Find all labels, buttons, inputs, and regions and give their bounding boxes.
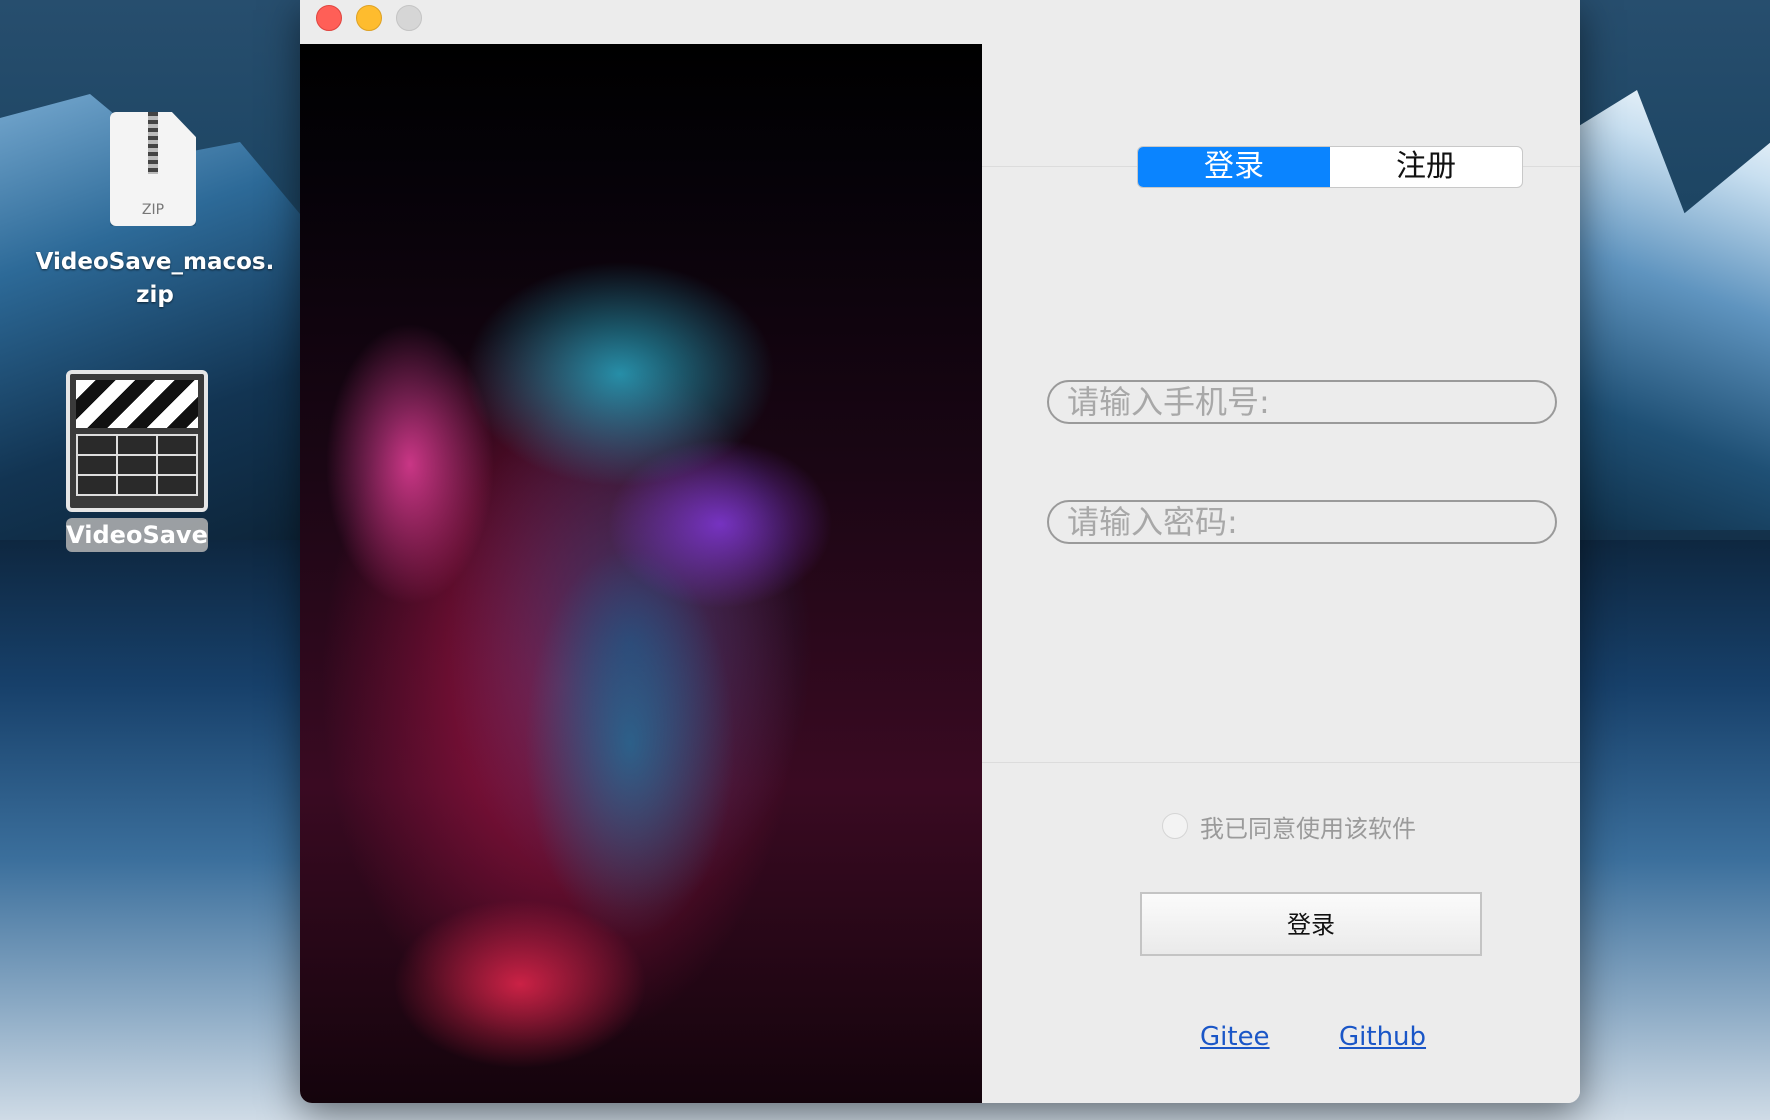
zipper-graphic	[148, 112, 158, 174]
phone-input[interactable]	[1047, 380, 1557, 424]
agree-row: 我已同意使用该软件	[1162, 809, 1416, 843]
minimize-window-button[interactable]	[356, 5, 382, 31]
github-link[interactable]: Github	[1339, 1022, 1426, 1052]
clapper-stripes	[76, 380, 198, 428]
clapper-body	[76, 434, 198, 496]
window-titlebar[interactable]	[300, 0, 1580, 45]
login-panel: 登录 注册 我已同意使用该软件 登录 Gitee Github	[982, 44, 1580, 1103]
zoom-window-button[interactable]	[396, 5, 422, 31]
tab-register[interactable]: 注册	[1330, 147, 1522, 187]
zip-file-icon[interactable]: ZIP	[110, 112, 196, 226]
login-button[interactable]: 登录	[1140, 892, 1482, 956]
tab-login[interactable]: 登录	[1138, 147, 1330, 187]
agree-radio[interactable]	[1162, 813, 1188, 839]
astronaut-artwork	[300, 44, 982, 1103]
desktop-wallpaper-mountain-right	[1580, 90, 1770, 530]
clapperboard-icon[interactable]	[66, 370, 208, 512]
login-register-tabs: 登录 注册	[1137, 146, 1523, 188]
zip-file-label[interactable]: VideoSave_macos. zip	[20, 246, 290, 312]
close-window-button[interactable]	[316, 5, 342, 31]
agree-label[interactable]: 我已同意使用该软件	[1200, 809, 1416, 844]
app-icon-label[interactable]: VideoSave	[66, 518, 208, 552]
zip-badge: ZIP	[141, 202, 165, 218]
login-window: 登录 注册 我已同意使用该软件 登录 Gitee Github	[300, 0, 1580, 1103]
section-divider	[982, 762, 1580, 763]
gitee-link[interactable]: Gitee	[1200, 1022, 1270, 1052]
password-input[interactable]	[1047, 500, 1557, 544]
